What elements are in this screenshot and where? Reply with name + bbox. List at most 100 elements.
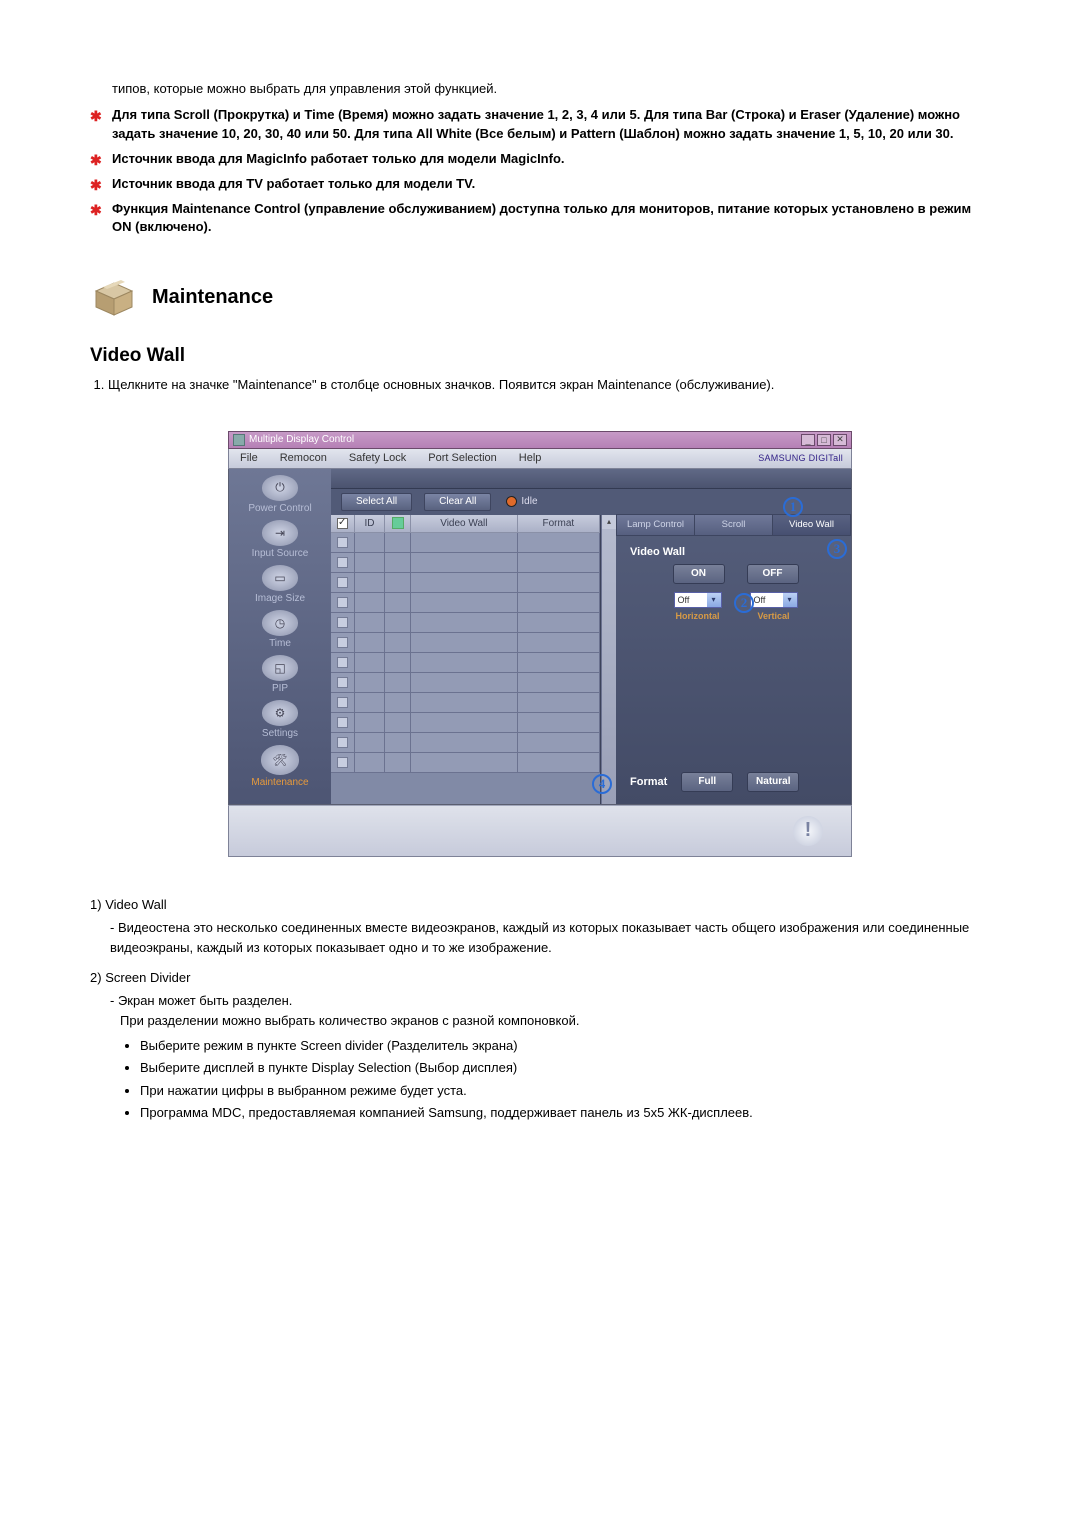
vertical-value: Off	[751, 595, 783, 605]
scroll-up-icon[interactable]: ▴	[602, 515, 616, 529]
col-id: ID	[355, 515, 385, 533]
table-row[interactable]	[331, 713, 600, 733]
star-note: Источник ввода для TV работает только дл…	[90, 175, 990, 194]
sidebar-item-settings[interactable]: ⚙ Settings	[229, 700, 331, 739]
sidebar-item-label: Power Control	[248, 503, 311, 514]
desc-line: - Экран может быть разделен.	[110, 991, 990, 1011]
right-panel: Lamp Control Scroll Video Wall Video Wal…	[616, 515, 851, 804]
image-size-icon: ▭	[262, 565, 298, 591]
sidebar-item-label: Input Source	[252, 548, 309, 559]
app-screenshot: Multiple Display Control _ □ ✕ File Remo…	[228, 431, 852, 857]
sidebar-item-label: Settings	[262, 728, 298, 739]
video-wall-label: Video Wall	[630, 546, 841, 558]
callout-4: 4	[592, 774, 612, 794]
format-full-button[interactable]: Full	[681, 772, 733, 792]
maintenance-title: Maintenance	[152, 286, 273, 309]
video-wall-on-button[interactable]: ON	[673, 564, 725, 584]
table-row[interactable]	[331, 673, 600, 693]
menu-bar: File Remocon Safety Lock Port Selection …	[228, 449, 852, 469]
sidebar-item-label: Image Size	[255, 593, 305, 604]
desc-text: - Экран может быть разделен. При разделе…	[110, 991, 990, 1031]
clear-all-button[interactable]: Clear All	[424, 493, 491, 511]
table-row[interactable]	[331, 733, 600, 753]
tab-lamp-control[interactable]: Lamp Control	[616, 514, 695, 536]
tab-video-wall[interactable]: Video Wall	[773, 514, 851, 536]
main-panel: Select All Clear All Idle ID Video Wall …	[331, 469, 851, 804]
minimize-button[interactable]: _	[801, 434, 815, 446]
step-item: Щелкните на значке "Maintenance" в столб…	[108, 375, 990, 395]
app-icon	[233, 434, 245, 446]
window-titlebar: Multiple Display Control _ □ ✕	[228, 431, 852, 449]
alert-icon: !	[793, 816, 823, 846]
sidebar-item-input[interactable]: ⇥ Input Source	[229, 520, 331, 559]
intro-text: типов, которые можно выбрать для управле…	[112, 80, 990, 98]
desc-line: При разделении можно выбрать количество …	[120, 1011, 990, 1031]
col-format: Format	[518, 515, 600, 533]
desc-title: Screen Divider	[105, 970, 190, 985]
status-dot-icon	[507, 497, 516, 506]
star-note-list: Для типа Scroll (Прокрутка) и Time (Врем…	[90, 106, 990, 237]
table-row[interactable]	[331, 653, 600, 673]
format-natural-button[interactable]: Natural	[747, 772, 799, 792]
sidebar-item-image-size[interactable]: ▭ Image Size	[229, 565, 331, 604]
desc-title: Video Wall	[105, 897, 166, 912]
sidebar-item-label: Maintenance	[251, 777, 308, 788]
input-icon: ⇥	[262, 520, 298, 546]
window-title: Multiple Display Control	[249, 434, 354, 445]
sidebar-item-label: Time	[269, 638, 291, 649]
callout-2: 2	[734, 593, 754, 613]
select-all-button[interactable]: Select All	[341, 493, 412, 511]
menu-help[interactable]: Help	[508, 452, 553, 464]
status-bar: !	[228, 805, 852, 857]
sidebar-item-time[interactable]: ◷ Time	[229, 610, 331, 649]
idle-indicator: Idle	[507, 496, 537, 507]
table-row[interactable]	[331, 553, 600, 573]
table-row[interactable]	[331, 633, 600, 653]
sidebar-item-maintenance[interactable]: 🛠 Maintenance	[229, 745, 331, 788]
toolbar: Select All Clear All Idle	[331, 489, 851, 515]
table-row[interactable]	[331, 593, 600, 613]
table-row[interactable]	[331, 613, 600, 633]
power-icon: ⏻	[262, 475, 298, 501]
format-label: Format	[630, 776, 667, 788]
vertical-dropdown[interactable]: Off▾ Vertical	[750, 592, 798, 621]
menu-port-selection[interactable]: Port Selection	[417, 452, 507, 464]
col-checkbox[interactable]	[331, 515, 355, 533]
video-wall-section: Video Wall ON OFF Off▾ Horizontal Off ▾	[616, 536, 851, 627]
close-button[interactable]: ✕	[833, 434, 847, 446]
maintenance-heading-row: Maintenance	[90, 277, 990, 317]
bullet-list: Выберите режим в пункте Screen divider (…	[140, 1035, 990, 1123]
menu-safety-lock[interactable]: Safety Lock	[338, 452, 417, 464]
table-row[interactable]	[331, 533, 600, 553]
table-row[interactable]	[331, 753, 600, 773]
menu-remocon[interactable]: Remocon	[269, 452, 338, 464]
step-list: Щелкните на значке "Maintenance" в столб…	[108, 375, 990, 395]
idle-label: Idle	[521, 496, 537, 507]
desc-text: - Видеостена это несколько соединенных в…	[110, 918, 990, 958]
bullet-item: Выберите режим в пункте Screen divider (…	[140, 1035, 990, 1057]
cardboard-box-icon	[90, 277, 138, 317]
gear-icon: ⚙	[262, 700, 298, 726]
video-wall-off-button[interactable]: OFF	[747, 564, 799, 584]
table-scrollbar[interactable]: ▴	[601, 515, 616, 804]
horizontal-label: Horizontal	[676, 611, 720, 621]
col-status	[385, 515, 411, 533]
table-row[interactable]	[331, 693, 600, 713]
bullet-item: При нажатии цифры в выбранном режиме буд…	[140, 1080, 990, 1102]
sidebar-item-power[interactable]: ⏻ Power Control	[229, 475, 331, 514]
table-row[interactable]	[331, 573, 600, 593]
bullet-item: Программа MDC, предоставляемая компанией…	[140, 1102, 990, 1124]
horizontal-dropdown[interactable]: Off▾ Horizontal	[674, 592, 722, 621]
star-note: Функция Maintenance Control (управление …	[90, 200, 990, 238]
maximize-button[interactable]: □	[817, 434, 831, 446]
chevron-down-icon: ▾	[707, 593, 721, 607]
tab-scroll[interactable]: Scroll	[695, 514, 773, 536]
callout-1: 1	[783, 497, 803, 517]
sidebar-item-pip[interactable]: ◱ PIP	[229, 655, 331, 694]
col-video-wall: Video Wall	[411, 515, 518, 533]
menu-file[interactable]: File	[229, 452, 269, 464]
format-section: Format Full Natural	[616, 762, 851, 804]
callout-3: 3	[827, 539, 847, 559]
maintenance-icon: 🛠	[261, 745, 299, 775]
window-buttons: _ □ ✕	[801, 434, 847, 446]
